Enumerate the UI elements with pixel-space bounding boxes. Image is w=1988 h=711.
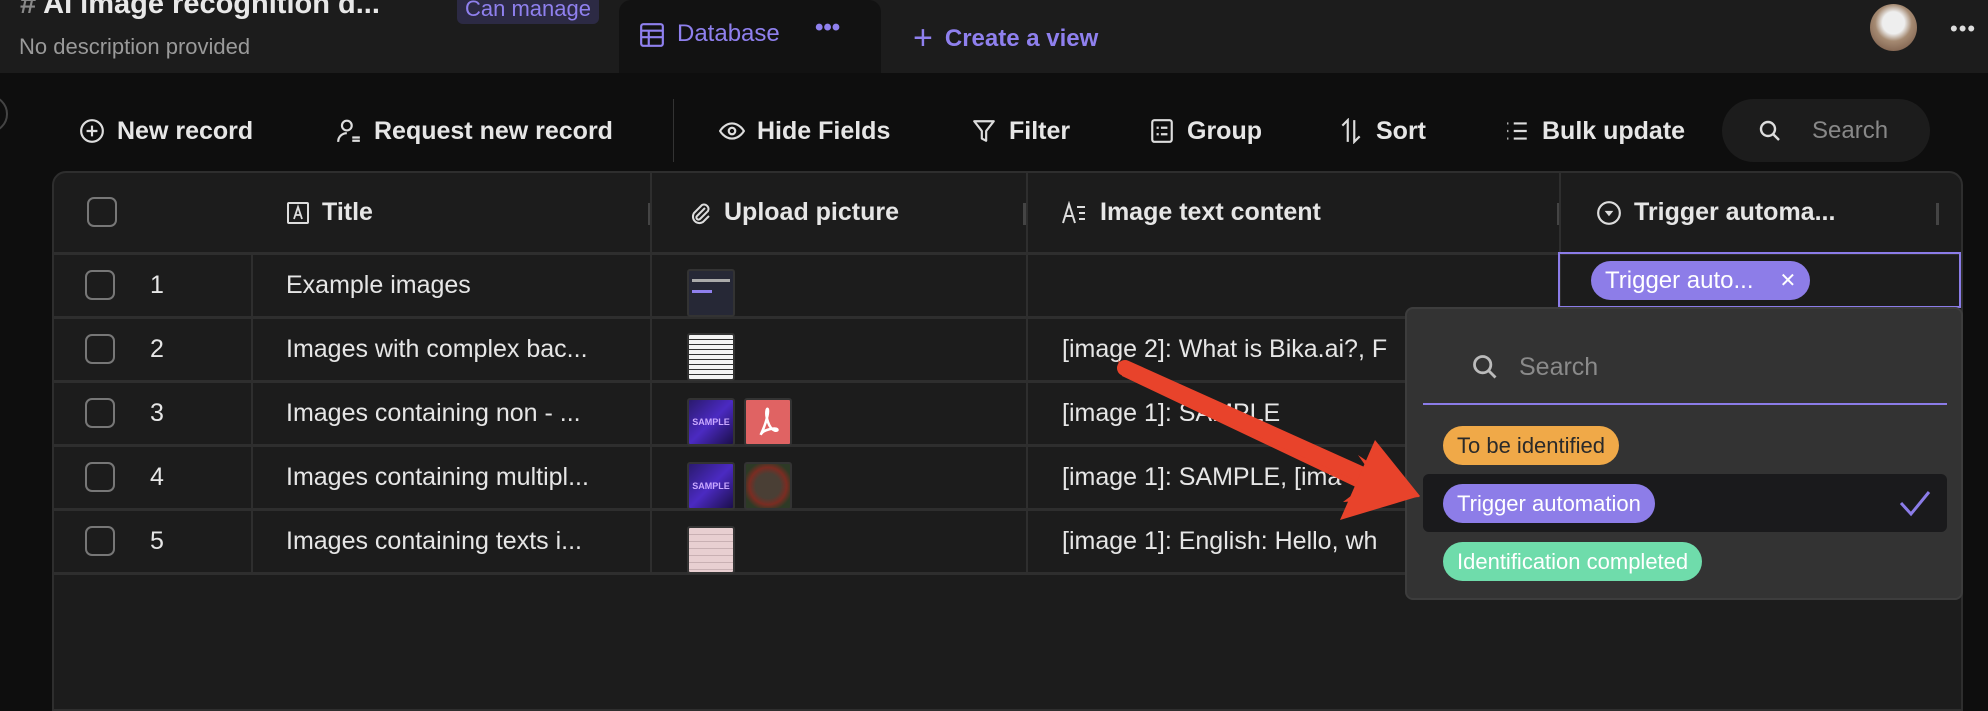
image-thumbnail[interactable]	[744, 462, 792, 510]
image-thumbnail[interactable]: SAMPLE	[687, 398, 735, 446]
option-to-be-identified[interactable]: To be identified	[1443, 426, 1619, 465]
status-tag: Trigger auto... ✕	[1591, 261, 1811, 300]
page-description[interactable]: No description provided	[19, 34, 250, 60]
image-text-cell[interactable]: [image 1]: SAMPLE	[1062, 399, 1462, 428]
image-text-cell[interactable]: [image 1]: English: Hello, wh	[1062, 527, 1462, 556]
image-thumbnail[interactable]: SAMPLE	[687, 462, 735, 510]
column-header-title[interactable]: Title	[286, 173, 373, 252]
search-icon	[1473, 355, 1497, 379]
bulk-update-button[interactable]: Bulk update	[1504, 114, 1685, 148]
group-button[interactable]: Group	[1149, 114, 1262, 148]
row-checkbox[interactable]	[85, 334, 115, 364]
search-input[interactable]: Search	[1722, 99, 1930, 162]
column-header-image-text-content[interactable]: Image text content	[1062, 173, 1321, 252]
remove-tag-icon[interactable]: ✕	[1780, 268, 1797, 293]
select-dropdown: Search To be identified Trigger automati…	[1405, 307, 1963, 600]
option-trigger-automation[interactable]: Trigger automation	[1443, 484, 1655, 523]
dropdown-search-input[interactable]: Search	[1519, 353, 1598, 382]
filter-icon	[973, 120, 995, 142]
row-checkbox[interactable]	[85, 270, 115, 300]
page-title: # AI image recognition d...	[20, 0, 380, 21]
option-identification-completed[interactable]: Identification completed	[1443, 542, 1703, 581]
image-thumbnail[interactable]	[687, 526, 735, 574]
sidebar-toggle[interactable]	[0, 95, 8, 133]
title-cell[interactable]: Example images	[286, 271, 636, 300]
check-icon	[1899, 491, 1931, 517]
table-icon	[640, 23, 664, 47]
image-text-cell[interactable]: [image 1]: SAMPLE, [ima	[1062, 463, 1462, 492]
long-text-icon	[1062, 200, 1085, 223]
more-icon[interactable]: •••	[815, 14, 840, 42]
create-view-button[interactable]: + Create a view	[913, 19, 1098, 58]
hash-icon: #	[20, 0, 37, 20]
title-cell[interactable]: Images containing texts i...	[286, 527, 636, 556]
title-cell[interactable]: Images containing multipl...	[286, 463, 636, 492]
permission-badge: Can manage	[457, 0, 599, 24]
row-checkbox[interactable]	[85, 462, 115, 492]
eye-icon	[719, 122, 745, 140]
checklist-icon	[1507, 122, 1527, 140]
avatar[interactable]	[1870, 4, 1917, 51]
column-header-trigger-automation[interactable]: Trigger automa...	[1596, 173, 1835, 252]
more-options-icon[interactable]: •••	[1950, 16, 1976, 42]
image-thumbnail[interactable]	[687, 269, 735, 317]
search-icon	[1759, 120, 1780, 141]
row-number: 2	[150, 335, 164, 363]
attachment-icon	[691, 203, 710, 224]
row-number: 5	[150, 527, 164, 555]
text-field-icon	[287, 201, 309, 224]
toolbar-divider	[673, 99, 674, 162]
row-checkbox[interactable]	[85, 398, 115, 428]
hide-fields-button[interactable]: Hide Fields	[719, 114, 890, 148]
row-number: 3	[150, 399, 164, 427]
filter-button[interactable]: Filter	[971, 114, 1070, 148]
pdf-file-icon[interactable]	[744, 398, 792, 446]
row-number: 1	[150, 271, 164, 299]
user-request-icon	[337, 119, 360, 142]
select-all-checkbox[interactable]	[87, 197, 117, 227]
title-cell[interactable]: Images containing non - ...	[286, 399, 636, 428]
sort-icon	[1341, 118, 1361, 144]
single-select-icon	[1597, 200, 1621, 225]
group-icon	[1151, 119, 1173, 143]
column-resize-handle[interactable]	[1936, 203, 1939, 225]
row-checkbox[interactable]	[85, 526, 115, 556]
row-number: 4	[150, 463, 164, 491]
image-text-cell[interactable]: [image 2]: What is Bika.ai?, F	[1062, 335, 1462, 364]
sort-button[interactable]: Sort	[1338, 114, 1426, 148]
image-thumbnail[interactable]	[687, 333, 735, 381]
title-cell[interactable]: Images with complex bac...	[286, 335, 636, 364]
plus-icon: +	[913, 19, 933, 57]
request-new-record-button[interactable]: Request new record	[336, 114, 613, 148]
tab-database[interactable]: Database •••	[619, 0, 881, 73]
plus-circle-icon	[80, 119, 104, 143]
column-header-upload-picture[interactable]: Upload picture	[688, 173, 899, 252]
new-record-button[interactable]: New record	[79, 114, 253, 148]
